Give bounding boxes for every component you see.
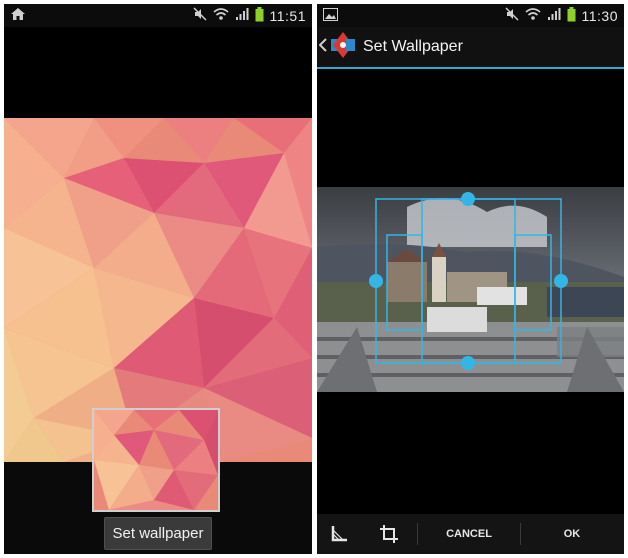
page-title: Set Wallpaper [363, 38, 463, 55]
wifi-icon [212, 7, 229, 24]
battery-icon [255, 6, 264, 25]
action-bar: Set Wallpaper [317, 27, 624, 67]
home-icon [10, 7, 26, 24]
app-icon[interactable] [329, 31, 357, 64]
cancel-button[interactable]: CANCEL [418, 514, 520, 554]
signal-icon [547, 7, 561, 24]
status-clock: 11:51 [269, 7, 306, 24]
wifi-icon [524, 7, 541, 24]
set-wallpaper-button[interactable]: Set wallpaper [104, 517, 212, 550]
battery-icon [567, 6, 576, 25]
crop-icon[interactable] [361, 514, 417, 554]
right-phone-screen: 11:30 Set Wallpaper CANCEL OK [317, 4, 624, 554]
thumbnail-image [94, 410, 218, 510]
status-bar: 11:51 [4, 4, 312, 27]
wallpaper-thumbnail[interactable] [92, 408, 220, 512]
mute-icon [504, 7, 519, 24]
status-bar: 11:30 [317, 4, 624, 27]
aspect-ratio-icon[interactable] [317, 514, 361, 554]
back-chevron-icon[interactable] [318, 37, 327, 57]
crop-photo[interactable] [317, 187, 624, 392]
bottom-toolbar: CANCEL OK [317, 514, 624, 554]
ok-button[interactable]: OK [521, 514, 623, 554]
image-icon [323, 7, 338, 24]
signal-icon [235, 7, 249, 24]
status-clock: 11:30 [581, 7, 618, 24]
action-bar-divider [317, 67, 624, 69]
mute-icon [192, 7, 207, 24]
left-phone-screen: 11:51 Set wallpaper [4, 4, 312, 554]
